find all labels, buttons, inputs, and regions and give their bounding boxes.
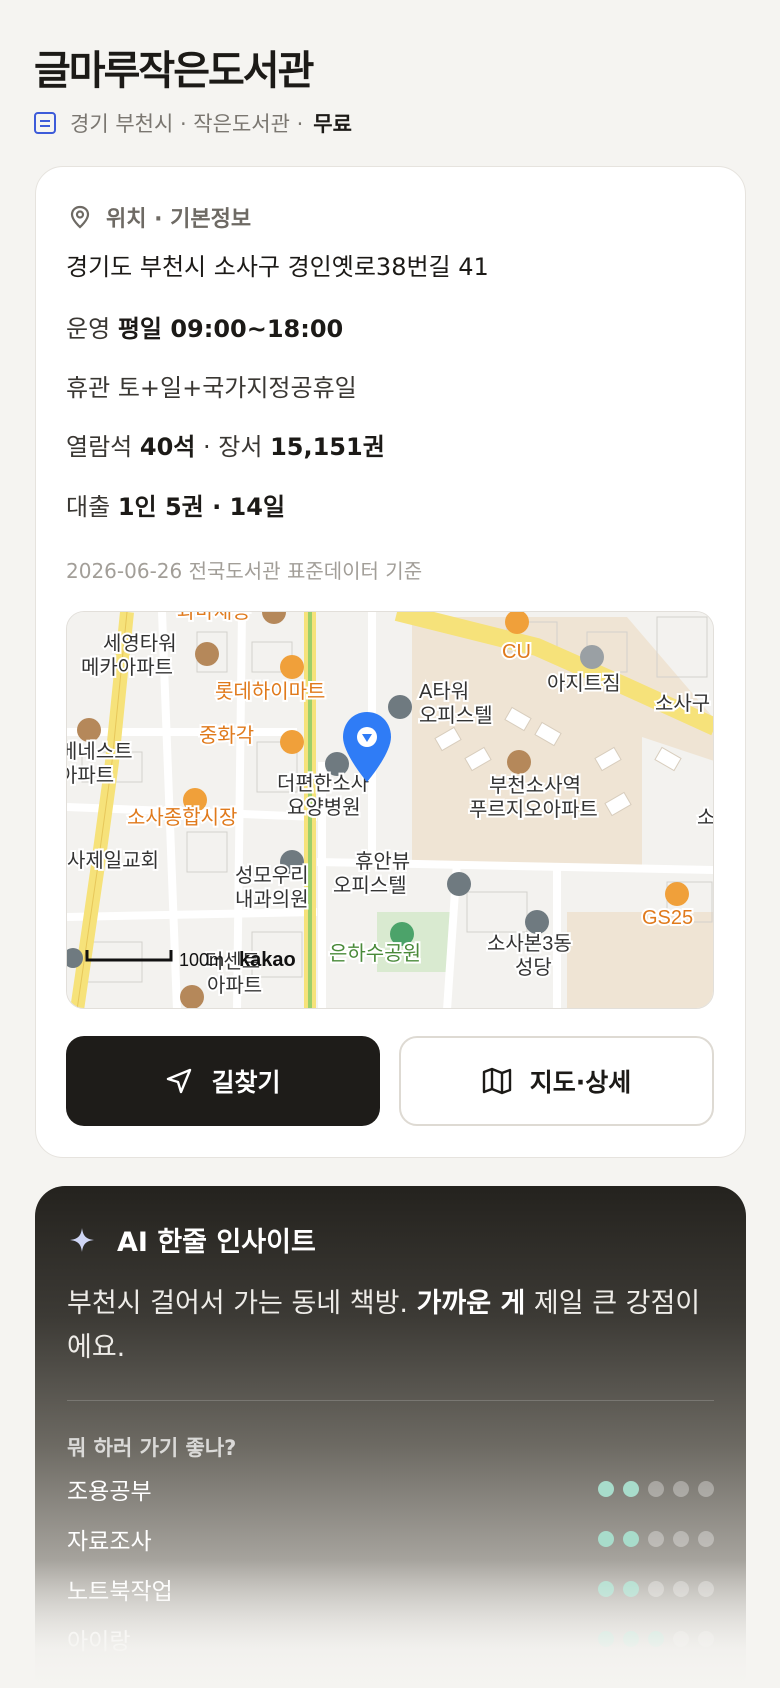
info-section-header: 위치 · 기본정보 [70,201,251,233]
closed-row: 휴관 토+일+국가지정공휴일 [66,368,357,403]
rating-dot-filled [623,1531,639,1547]
ai-insight-text: 부천시 걸어서 가는 동네 책방. 가까운 게 제일 큰 강점이에요. [67,1282,707,1370]
folded-map-icon [482,1067,511,1095]
rating-dot-empty [698,1481,714,1497]
rating-label: 조용공부 [67,1479,152,1505]
rating-dots [598,1481,714,1497]
location-map[interactable]: 과마채송 세영타워 메카아파트 롯데하이마트 중화각 베네스트 아파트 소사종합… [66,611,714,1009]
map-label-prugio: 부천소사역 [489,774,581,797]
info-card: 위치 · 기본정보 경기도 부천시 소사구 경인옛로38번길 41 운영 평일 … [35,166,746,1158]
seats-value: 40석 [139,433,196,461]
map-label-market: 소사종합시장 [127,806,237,829]
rating-dot-empty [698,1531,714,1547]
loan-row: 대출 1인 5권 · 14일 [66,487,285,522]
map-label-azit: 아지트짐 [547,672,621,695]
closed-label: 휴관 [66,374,111,402]
map-label-park: 은하수공원 [329,942,421,965]
ai-insight-text-highlight: 가까운 게 [416,1288,526,1319]
loan-value: 1인 5권 · 14일 [117,493,286,521]
books-value: 15,151권 [270,433,385,461]
map-label-huan: 휴안뷰 [355,850,410,873]
books-label: · 장서 [203,433,263,461]
info-section-title: 위치 · 기본정보 [106,207,252,232]
map-label-dong2: 성당 [515,956,552,979]
map-label-church: 사제일교회 [67,849,159,872]
hours-row: 운영 평일 09:00~18:00 [66,309,343,344]
purpose-question: 뭐 하러 가기 좋나? [67,1436,237,1460]
map-label-cu: CU [502,641,531,663]
region-category: 경기 부천시 · 작은도서관 · [70,112,304,136]
ai-insight-header: AI 한줄 인사이트 [69,1220,316,1259]
map-label-chinese: 중화각 [199,724,254,747]
rating-dot-filled [598,1531,614,1547]
bottom-fade [0,1560,780,1688]
rating-dots [598,1531,714,1547]
rating-dot-filled [623,1481,639,1497]
map-scale-label: 100m [179,950,224,970]
map-detail-label: 지도·상세 [529,1068,632,1097]
rating-dot-empty [673,1531,689,1547]
seats-label: 열람석 [66,433,133,461]
map-label-seyoung: 세영타워 [103,632,177,655]
address: 경기도 부천시 소사구 경인옛로38번길 41 [66,253,489,281]
map-label-dong: 소사본3동 [487,932,572,955]
directions-button[interactable]: 길찾기 [66,1036,380,1126]
closed-value: 토+일+국가지정공휴일 [117,374,357,402]
hours-label: 운영 [66,315,111,343]
map-label-lotte: 롯데하이마트 [215,680,325,703]
map-label-sosa-top: 소사구 [655,692,710,715]
map-label-seyoung2: 메카아파트 [81,656,173,679]
map-label-gs: GS25 [642,907,693,929]
map-label-best2: 아파트 [67,764,114,787]
map-label-huan2: 오피스텔 [333,874,407,897]
map-label-prugio2: 푸르지오아파트 [469,798,598,821]
map-label-clinic: 성모우리 [235,864,309,887]
hours-value: 평일 09:00~18:00 [117,315,344,343]
map-label-atower2: 오피스텔 [419,704,493,727]
directions-label: 길찾기 [211,1068,281,1097]
loan-label: 대출 [66,493,111,521]
rating-label: 자료조사 [67,1529,152,1555]
map-brand-logo: kakao [239,949,296,971]
location-pin-icon [70,205,90,229]
map-label-apt-bottom2: 아파트 [207,974,262,997]
map-detail-button[interactable]: 지도·상세 [399,1036,714,1126]
rating-row: 조용공부 [67,1474,714,1505]
navigation-arrow-icon [167,1068,192,1094]
document-icon [34,112,56,134]
map-label-sosa-edge: 소 [697,807,714,829]
map-label-mart-top: 과마채송 [177,612,251,623]
data-source-note: 2026-06-26 전국도서관 표준데이터 기준 [66,559,423,583]
map-label-best: 베네스트 [67,740,133,763]
map-label-hospital2: 요양병원 [287,796,361,819]
library-meta: 경기 부천시 · 작은도서관 · 무료 [34,108,352,138]
ai-insight-title: AI 한줄 인사이트 [117,1227,316,1258]
map-label-hospital: 더편한소사 [277,772,369,795]
rating-dot-empty [673,1481,689,1497]
ai-divider [67,1400,714,1401]
capacity-row: 열람석 40석 · 장서 15,151권 [66,427,385,462]
map-label-clinic2: 내과의원 [235,888,309,911]
rating-dot-empty [648,1531,664,1547]
page-title: 글마루작은도서관 [34,48,314,94]
rating-dot-empty [648,1481,664,1497]
fee-badge: 무료 [313,112,352,136]
map-label-atower: A타워 [419,680,469,703]
ai-insight-text-part1: 부천시 걸어서 가는 동네 책방. [67,1288,417,1319]
sparkle-icon [70,1227,94,1252]
rating-dot-filled [598,1481,614,1497]
rating-row: 자료조사 [67,1524,714,1555]
